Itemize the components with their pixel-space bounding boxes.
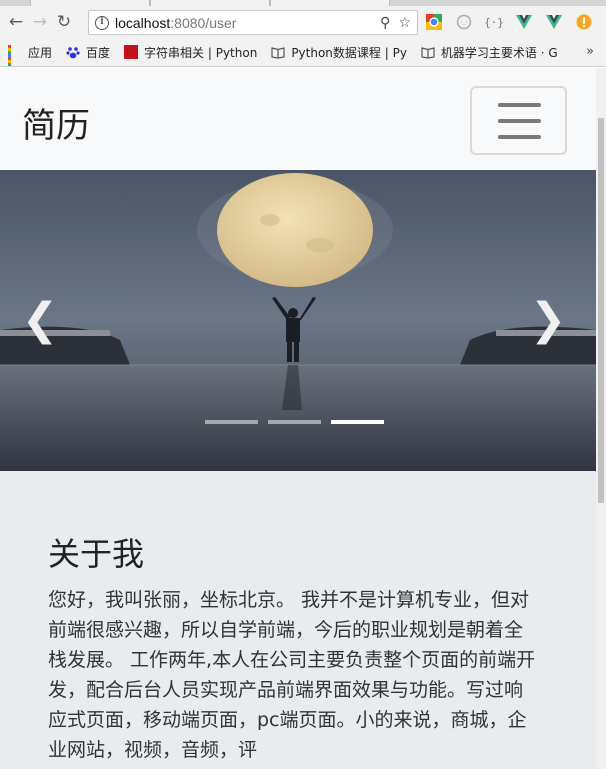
extension-vue-icon[interactable] [514, 12, 534, 32]
page-scrollbar[interactable] [596, 68, 606, 769]
more-bookmarks-chevron-icon[interactable]: » [586, 44, 594, 59]
site-favicon-icon [124, 45, 139, 59]
carousel-indicator[interactable] [268, 420, 321, 424]
bookmark-ml-terms[interactable]: 机器学习主要术语 · G [421, 44, 558, 61]
carousel-indicators [205, 420, 384, 424]
zoom-icon[interactable]: ⚲ [380, 15, 390, 31]
extensions-area: ·.· {·} [424, 12, 594, 32]
bookmark-apps[interactable]: 应用 [8, 44, 53, 66]
forward-arrow-icon[interactable]: → [28, 10, 52, 34]
carousel-prev-chevron-icon[interactable]: ❮ [20, 298, 60, 342]
url-text: localhost:8080/user [115, 14, 237, 31]
site-navbar: 简历 [0, 68, 596, 170]
address-bar[interactable]: i localhost:8080/user ⚲ ☆ [88, 10, 418, 35]
bookmark-strings[interactable]: 字符串相关 | Python [124, 44, 257, 61]
extension-vue-icon[interactable] [544, 12, 564, 32]
site-info-icon[interactable]: i [95, 15, 109, 30]
reload-icon[interactable]: ↻ [52, 10, 76, 34]
bookmark-label: 机器学习主要术语 · G [440, 45, 558, 60]
page-viewport: 简历 ❮ ❯ 关于我 您好，我叫张丽，坐标北京。 我并不是计算机专业，但对前端很… [0, 68, 596, 769]
about-title: 关于我 [48, 535, 145, 573]
bookmark-label: Python数据课程 | Py [291, 45, 407, 60]
about-section: 关于我 您好，我叫张丽，坐标北京。 我并不是计算机专业，但对前端很感兴趣，所以自… [0, 471, 596, 769]
back-arrow-icon[interactable]: ← [4, 10, 28, 34]
bookmark-star-icon[interactable]: ☆ [398, 15, 411, 31]
bookmarks-bar: 应用 百度 字符串相关 | Python Python数据课程 | Py 机器学… [0, 38, 606, 67]
bookmark-python-course[interactable]: Python数据课程 | Py [271, 44, 407, 61]
browser-toolbar: ← → ↻ i localhost:8080/user ⚲ ☆ ·.· {·} [0, 6, 606, 38]
carousel-indicator-active[interactable] [331, 420, 384, 424]
bookmark-label: 字符串相关 | Python [144, 45, 258, 60]
bookmark-label: 应用 [28, 45, 53, 60]
image-carousel: ❮ ❯ [0, 170, 596, 471]
apps-grid-icon [8, 45, 22, 66]
extension-chrome-icon[interactable] [424, 12, 444, 32]
extension-circle-icon[interactable]: ·.· [454, 12, 474, 32]
hamburger-icon [498, 119, 541, 123]
scrollbar-thumb[interactable] [598, 118, 604, 503]
about-body: 您好，我叫张丽，坐标北京。 我并不是计算机专业，但对前端很感兴趣，所以自学前端，… [48, 589, 536, 761]
carousel-slide-image [0, 170, 596, 471]
bookmark-label: 百度 [86, 45, 111, 60]
baidu-paw-icon [66, 45, 80, 59]
bookmark-baidu[interactable]: 百度 [66, 44, 110, 61]
book-icon [421, 45, 435, 59]
hamburger-icon [498, 103, 541, 107]
svg-text:·.·: ·.· [460, 18, 468, 27]
navbar-toggler-button[interactable] [470, 86, 567, 155]
site-brand[interactable]: 简历 [22, 98, 90, 147]
carousel-indicator[interactable] [205, 420, 258, 424]
alert-icon[interactable] [574, 12, 594, 32]
hamburger-icon [498, 135, 541, 139]
carousel-next-chevron-icon[interactable]: ❯ [528, 298, 568, 342]
extension-json-icon[interactable]: {·} [484, 12, 504, 32]
book-icon [271, 45, 285, 59]
